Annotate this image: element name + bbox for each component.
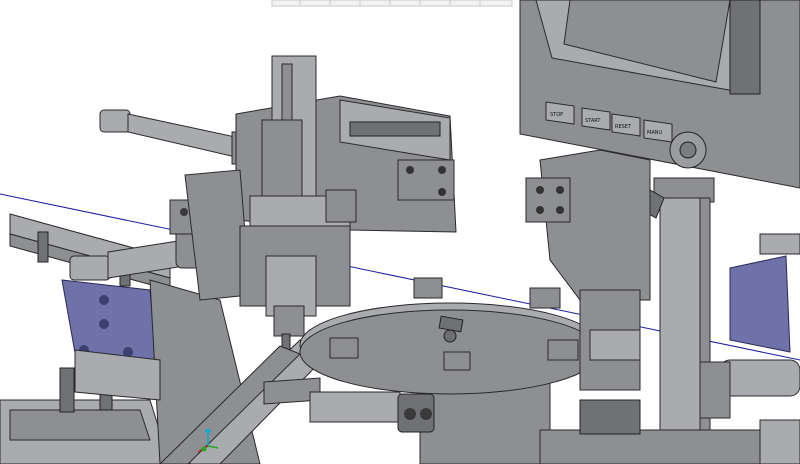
reset-button[interactable]: RESET [611, 113, 641, 137]
svg-text:STOP: STOP [550, 112, 563, 118]
svg-text:RESET: RESET [615, 124, 632, 130]
cad-viewport[interactable]: STOP START RESET MANU [0, 0, 800, 464]
stop-button[interactable]: STOP [545, 101, 575, 125]
cad-assembly-drawing: STOP START RESET MANU [0, 0, 800, 464]
manual-button[interactable]: MANU [643, 119, 673, 143]
svg-text:START: START [585, 118, 601, 124]
top-toolbar-fragment [271, 0, 513, 7]
svg-text:MANU: MANU [647, 130, 662, 136]
right-front-cylinder [699, 359, 800, 419]
start-button[interactable]: START [581, 107, 611, 131]
upper-cylinder [99, 109, 255, 165]
